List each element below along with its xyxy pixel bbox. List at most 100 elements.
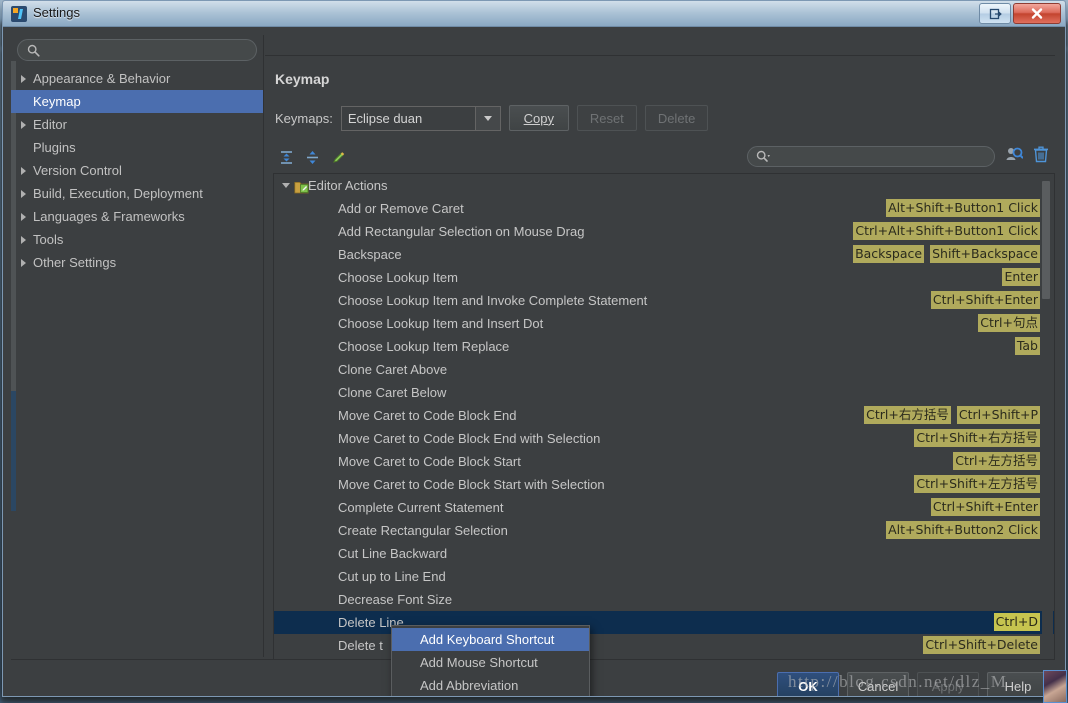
keymap-toolbar [273,143,1055,171]
sidebar-item-other-settings[interactable]: Other Settings [11,251,263,274]
restore-window-button[interactable] [979,3,1011,24]
keymap-select[interactable]: Eclipse duan [340,105,501,131]
shortcut-badge[interactable]: Ctrl+右方括号 [864,406,951,424]
action-row[interactable]: Add Rectangular Selection on Mouse Drag C… [274,220,1054,243]
shortcut-badges: Tab [1014,337,1040,355]
shortcut-badges: Ctrl+Shift+右方括号 [914,429,1040,447]
window-controls [979,3,1061,24]
header-divider [265,55,1055,56]
action-row-label: Choose Lookup Item [338,270,458,285]
keymap-rows-host: Editor Actions Add or Remove Caret Alt+Shi… [274,174,1054,657]
expand-all-icon[interactable] [299,145,325,169]
shortcut-badge[interactable]: Ctrl+Shift+Enter [930,291,1040,309]
shortcut-badge[interactable]: Ctrl+Shift+Delete [923,636,1040,654]
action-row[interactable]: Complete Current Statement Ctrl+Shift+Ent… [274,496,1054,519]
sidebar-item-editor[interactable]: Editor [11,113,263,136]
settings-category-tree: Appearance & Behavior Keymap Editor Plug… [11,67,263,274]
settings-search-input[interactable] [46,42,246,59]
shortcut-context-menu[interactable]: Add Keyboard Shortcut Add Mouse Shortcut A… [391,625,590,696]
shortcut-badge[interactable]: Enter [1002,268,1040,286]
action-row[interactable]: Move Caret to Code Block End with Select… [274,427,1054,450]
clear-filter-icon[interactable] [1033,146,1049,168]
sidebar-item-build-execution-deployment[interactable]: Build, Execution, Deployment [11,182,263,205]
shortcut-badge[interactable]: Backspace [853,245,925,263]
sidebar-item-plugins[interactable]: Plugins [11,136,263,159]
action-row[interactable]: Backspace Backspace Shift+Backspace [274,243,1054,266]
edit-shortcut-icon[interactable] [325,145,351,169]
action-group-label: Editor Actions [308,178,388,193]
shortcut-badge[interactable]: Shift+Backspace [930,245,1040,263]
shortcut-badge[interactable]: Alt+Shift+Button2 Click [886,521,1040,539]
action-row-label: Add Rectangular Selection on Mouse Drag [338,224,585,239]
context-menu-item[interactable]: Add Abbreviation [392,674,589,696]
sidebar-item-languages-frameworks[interactable]: Languages & Frameworks [11,205,263,228]
action-row[interactable]: Choose Lookup Item and Insert Dot Ctrl+句点 [274,312,1054,335]
left-scroll-rail-lower[interactable] [11,391,16,511]
chevron-right-icon [21,167,26,175]
shortcut-badge[interactable]: Ctrl+Shift+右方括号 [914,429,1040,447]
panel-splitter[interactable] [263,35,264,657]
collapse-all-icon[interactable] [273,145,299,169]
action-row-label: Backspace [338,247,402,262]
title-bar: Settings [3,1,1065,27]
list-scrollbar-track[interactable] [1042,175,1053,660]
action-row[interactable]: Move Caret to Code Block Start with Sele… [274,473,1054,496]
search-icon [27,44,40,62]
shortcut-badges: Ctrl+Shift+Delete [923,636,1040,654]
keymap-actions-list[interactable]: Editor Actions Add or Remove Caret Alt+Shi… [273,173,1055,661]
settings-search-box[interactable] [17,39,257,61]
action-row-label: Move Caret to Code Block End with Select… [338,431,601,446]
context-menu-item[interactable]: Add Mouse Shortcut [392,651,589,674]
sidebar-item-keymap[interactable]: Keymap [11,90,263,113]
delete-keymap-button[interactable]: Delete [644,105,709,131]
shortcut-badge[interactable]: Ctrl+Shift+Enter [930,498,1040,516]
sidebar-item-label: Version Control [33,163,122,178]
list-scrollbar-thumb[interactable] [1042,181,1050,299]
action-group-row[interactable]: Editor Actions [274,174,1054,197]
shortcut-badge[interactable]: Ctrl+D [993,613,1040,631]
reset-button[interactable]: Reset [576,105,637,131]
close-window-button[interactable] [1013,3,1061,24]
action-row[interactable]: Choose Lookup Item Replace Tab [274,335,1054,358]
action-row-label: Decrease Font Size [338,592,453,607]
action-row[interactable]: Create Rectangular Selection Alt+Shift+Bu… [274,519,1054,542]
shortcut-badge[interactable]: Ctrl+句点 [978,314,1040,332]
action-row-label: Move Caret to Code Block End [338,408,517,423]
action-row[interactable]: Add or Remove Caret Alt+Shift+Button1 Cli… [274,197,1054,220]
action-row-label: Complete Current Statement [338,500,504,515]
sidebar-item-label: Tools [33,232,64,247]
action-row-label: Delete t [338,638,383,653]
action-row[interactable]: Clone Caret Below [274,381,1054,404]
sidebar-item-tools[interactable]: Tools [11,228,263,251]
shortcut-badge[interactable]: Tab [1014,337,1040,355]
copy-button[interactable]: Copy [508,105,569,131]
find-actions-by-shortcut-icon[interactable] [1005,146,1024,168]
shortcut-search-input[interactable] [778,148,983,165]
shortcut-badge[interactable]: Ctrl+Shift+P [956,406,1040,424]
chevron-right-icon [21,259,26,267]
action-row[interactable]: Clone Caret Above [274,358,1054,381]
chevron-down-icon[interactable] [282,183,290,188]
shortcut-badge[interactable]: Alt+Shift+Button1 Click [886,199,1040,217]
shortcut-badges: Ctrl+Alt+Shift+Button1 Click [853,222,1040,240]
action-row[interactable]: Cut Line Backward [274,542,1054,565]
action-row-label: Add or Remove Caret [338,201,464,216]
action-row[interactable]: Choose Lookup Item Enter [274,266,1054,289]
action-row[interactable]: Move Caret to Code Block Start Ctrl+左方括号 [274,450,1054,473]
shortcut-search-box[interactable] [747,146,995,167]
keymaps-label: Keymaps: [275,110,333,126]
shortcut-badge[interactable]: Ctrl+Shift+左方括号 [914,475,1040,493]
shortcut-badge[interactable]: Ctrl+左方括号 [953,452,1040,470]
action-row[interactable]: Choose Lookup Item and Invoke Complete S… [274,289,1054,312]
chevron-down-icon[interactable] [474,106,500,130]
sidebar-item-version-control[interactable]: Version Control [11,159,263,182]
action-row[interactable]: Cut up to Line End [274,565,1054,588]
shortcut-badges: Ctrl+右方括号 Ctrl+Shift+P [864,406,1040,424]
shortcut-badge[interactable]: Ctrl+Alt+Shift+Button1 Click [853,222,1040,240]
sidebar-item-appearance-behavior[interactable]: Appearance & Behavior [11,67,263,90]
action-row[interactable]: Decrease Font Size [274,588,1054,611]
sidebar-item-label: Other Settings [33,255,117,270]
context-menu-item[interactable]: Add Keyboard Shortcut [392,628,589,651]
action-row[interactable]: Move Caret to Code Block End Ctrl+右方括号 Ctr… [274,404,1054,427]
keymaps-selection-row: Keymaps: Eclipse duan Copy Reset Delete [275,105,709,131]
